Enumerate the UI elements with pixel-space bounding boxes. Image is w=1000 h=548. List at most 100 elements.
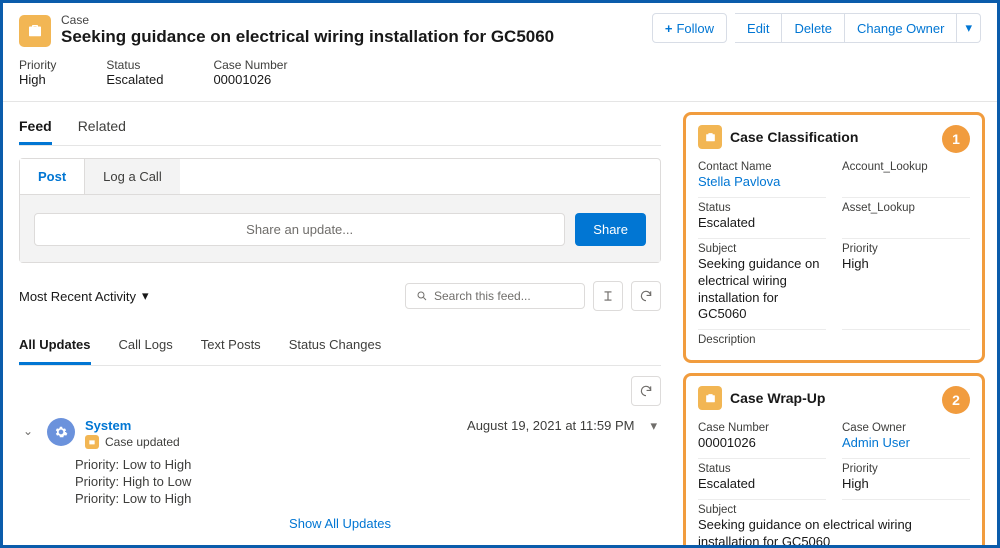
- composer-tabs: Post Log a Call: [20, 159, 660, 195]
- feed-filter-tabs: All Updates Call Logs Text Posts Status …: [19, 333, 661, 366]
- change-owner-button[interactable]: Change Owner: [845, 13, 957, 43]
- follow-label: Follow: [676, 21, 714, 36]
- contact-name-value[interactable]: Stella Pavlova: [698, 174, 826, 191]
- asset-lookup-value: [842, 215, 970, 232]
- right-pane: 1 Case Classification Contact Name Stell…: [677, 102, 997, 545]
- refresh-row: [19, 376, 661, 406]
- subject-value: Seeking guidance on electrical wiring in…: [698, 256, 826, 324]
- case-icon: [698, 125, 722, 149]
- priority-field: Priority High: [842, 461, 970, 500]
- casenum-label: Case Number: [213, 58, 287, 72]
- composer: Post Log a Call Share an update... Share: [19, 158, 661, 263]
- status-label: Status: [698, 202, 826, 214]
- refresh-button[interactable]: [631, 281, 661, 311]
- case-icon: [19, 15, 51, 47]
- system-avatar: [47, 418, 75, 446]
- case-owner-field: Case Owner Admin User: [842, 420, 970, 459]
- priority-value: High: [19, 72, 56, 87]
- plus-icon: +: [665, 21, 673, 36]
- gear-icon: [54, 425, 68, 439]
- change-value: Low to High: [123, 491, 192, 506]
- share-button[interactable]: Share: [575, 213, 646, 246]
- subject-label: Subject: [698, 243, 826, 255]
- status-field: Status Escalated: [106, 58, 163, 87]
- case-icon: [85, 435, 99, 449]
- status-label: Status: [698, 463, 826, 475]
- composer-row: Share an update... Share: [20, 195, 660, 262]
- feed-tools-right: Search this feed...: [405, 281, 661, 311]
- status-label: Status: [106, 58, 163, 72]
- casenum-value: 00001026: [698, 435, 826, 452]
- feed-tools: Most Recent Activity ▾ Search this feed.…: [19, 281, 661, 311]
- refresh-icon: [639, 384, 653, 398]
- record-title: Seeking guidance on electrical wiring in…: [61, 27, 554, 47]
- refresh-icon: [639, 289, 653, 303]
- search-feed-input[interactable]: Search this feed...: [405, 283, 585, 309]
- sort-menu[interactable]: Most Recent Activity ▾: [19, 288, 149, 304]
- record-header: Case Seeking guidance on electrical wiri…: [3, 3, 997, 56]
- subtab-all-updates[interactable]: All Updates: [19, 333, 91, 365]
- priority-field: Priority High: [842, 241, 970, 331]
- body: Feed Related Post Log a Call Share an up…: [3, 102, 997, 545]
- priority-field: Priority High: [19, 58, 56, 87]
- case-wrapup-panel: 2 Case Wrap-Up Case Number 00001026 Case…: [683, 373, 985, 545]
- chevron-down-icon: ▾: [142, 288, 149, 304]
- priority-label: Priority: [842, 243, 970, 255]
- feed-item-menu[interactable]: ▾: [650, 418, 657, 434]
- subtab-status-changes[interactable]: Status Changes: [289, 333, 382, 365]
- composer-tab-log-call[interactable]: Log a Call: [85, 159, 180, 194]
- composer-input[interactable]: Share an update...: [34, 213, 565, 246]
- status-value: Escalated: [698, 215, 826, 232]
- asset-lookup-label: Asset_Lookup: [842, 202, 970, 214]
- account-lookup-value: [842, 174, 970, 191]
- feed-item-subtitle: Case updated: [105, 435, 180, 449]
- asset-lookup-field: Asset_Lookup: [842, 200, 970, 239]
- casenum-value: 00001026: [213, 72, 287, 87]
- callout-badge-1: 1: [942, 125, 970, 153]
- account-lookup-label: Account_Lookup: [842, 161, 970, 173]
- app-frame: Case Seeking guidance on electrical wiri…: [0, 0, 1000, 548]
- delete-button[interactable]: Delete: [782, 13, 845, 43]
- account-lookup-field: Account_Lookup: [842, 159, 970, 198]
- case-owner-label: Case Owner: [842, 422, 970, 434]
- chevron-down-icon: ▾: [965, 20, 972, 35]
- header-actions: +Follow Edit Delete Change Owner ▾: [652, 13, 981, 43]
- show-all-link[interactable]: Show All Updates: [289, 516, 391, 531]
- tab-feed[interactable]: Feed: [19, 112, 52, 145]
- feed-pane: Feed Related Post Log a Call Share an up…: [3, 102, 677, 545]
- change-value: High to Low: [123, 474, 192, 489]
- subtab-call-logs[interactable]: Call Logs: [119, 333, 173, 365]
- contact-name-label: Contact Name: [698, 161, 826, 173]
- panel-title: Case Wrap-Up: [730, 390, 825, 406]
- change-label: Priority:: [75, 491, 119, 506]
- show-all-updates: Show All Updates: [23, 516, 657, 531]
- record-kicker: Case: [61, 13, 554, 27]
- collapse-toggle[interactable]: ⌄: [23, 424, 37, 438]
- composer-tab-post[interactable]: Post: [20, 159, 85, 194]
- contact-name-field: Contact Name Stella Pavlova: [698, 159, 826, 198]
- tab-related[interactable]: Related: [78, 112, 126, 145]
- subtab-text-posts[interactable]: Text Posts: [201, 333, 261, 365]
- description-label: Description: [698, 334, 970, 346]
- header-fields: Priority High Status Escalated Case Numb…: [3, 56, 997, 102]
- status-field: Status Escalated: [698, 200, 826, 239]
- follow-button[interactable]: +Follow: [652, 13, 727, 43]
- feed-item-author[interactable]: System: [85, 418, 457, 433]
- sort-label: Most Recent Activity: [19, 289, 136, 304]
- priority-value: High: [842, 476, 970, 493]
- feed-item-timestamp: August 19, 2021 at 11:59 PM: [467, 418, 634, 433]
- priority-label: Priority: [19, 58, 56, 72]
- case-icon: [698, 386, 722, 410]
- casenum-field: Case Number 00001026: [698, 420, 826, 459]
- status-value: Escalated: [106, 72, 163, 87]
- case-classification-panel: 1 Case Classification Contact Name Stell…: [683, 112, 985, 363]
- panel-title: Case Classification: [730, 129, 858, 145]
- more-actions-button[interactable]: ▾: [957, 13, 981, 43]
- edit-button[interactable]: Edit: [735, 13, 782, 43]
- filter-button[interactable]: [593, 281, 623, 311]
- feed-item: ⌄ System Case updated August 19, 2021 at…: [19, 416, 661, 537]
- case-owner-value[interactable]: Admin User: [842, 435, 970, 452]
- subject-value: Seeking guidance on electrical wiring in…: [698, 517, 970, 545]
- subject-label: Subject: [698, 504, 970, 516]
- refresh-feed-button[interactable]: [631, 376, 661, 406]
